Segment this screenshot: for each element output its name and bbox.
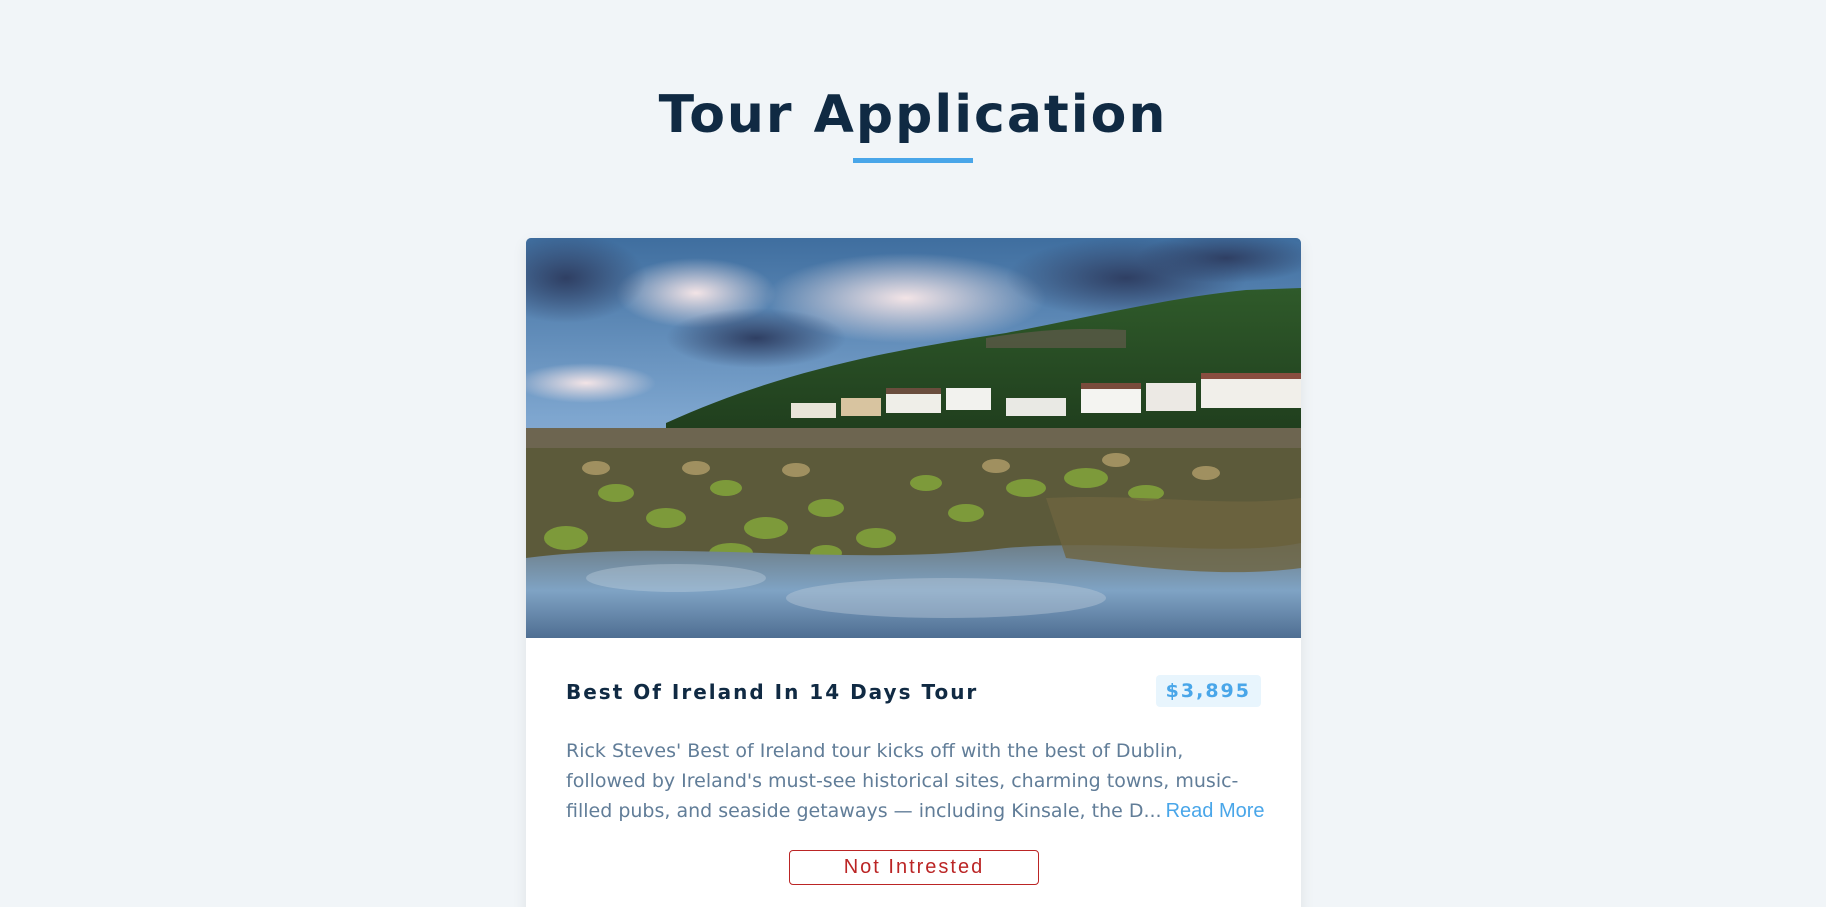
tour-image <box>526 238 1301 638</box>
page-header: Tour Application <box>0 84 1826 163</box>
tour-description: Rick Steves' Best of Ireland tour kicks … <box>566 736 1266 826</box>
tour-card: Best Of Ireland In 14 Days Tour $3,895 R… <box>526 238 1301 907</box>
tour-description-text: Rick Steves' Best of Ireland tour kicks … <box>566 740 1239 822</box>
read-more-button[interactable]: Read More <box>1166 800 1265 823</box>
page: Tour Application Best Of Ireland In 14 D… <box>0 0 1826 907</box>
page-title: Tour Application <box>658 85 1168 145</box>
tour-title: Best Of Ireland In 14 Days Tour <box>566 680 979 704</box>
not-interested-button[interactable]: Not Intrested <box>789 850 1039 885</box>
tour-price: $3,895 <box>1155 675 1261 707</box>
title-underline <box>853 158 973 163</box>
